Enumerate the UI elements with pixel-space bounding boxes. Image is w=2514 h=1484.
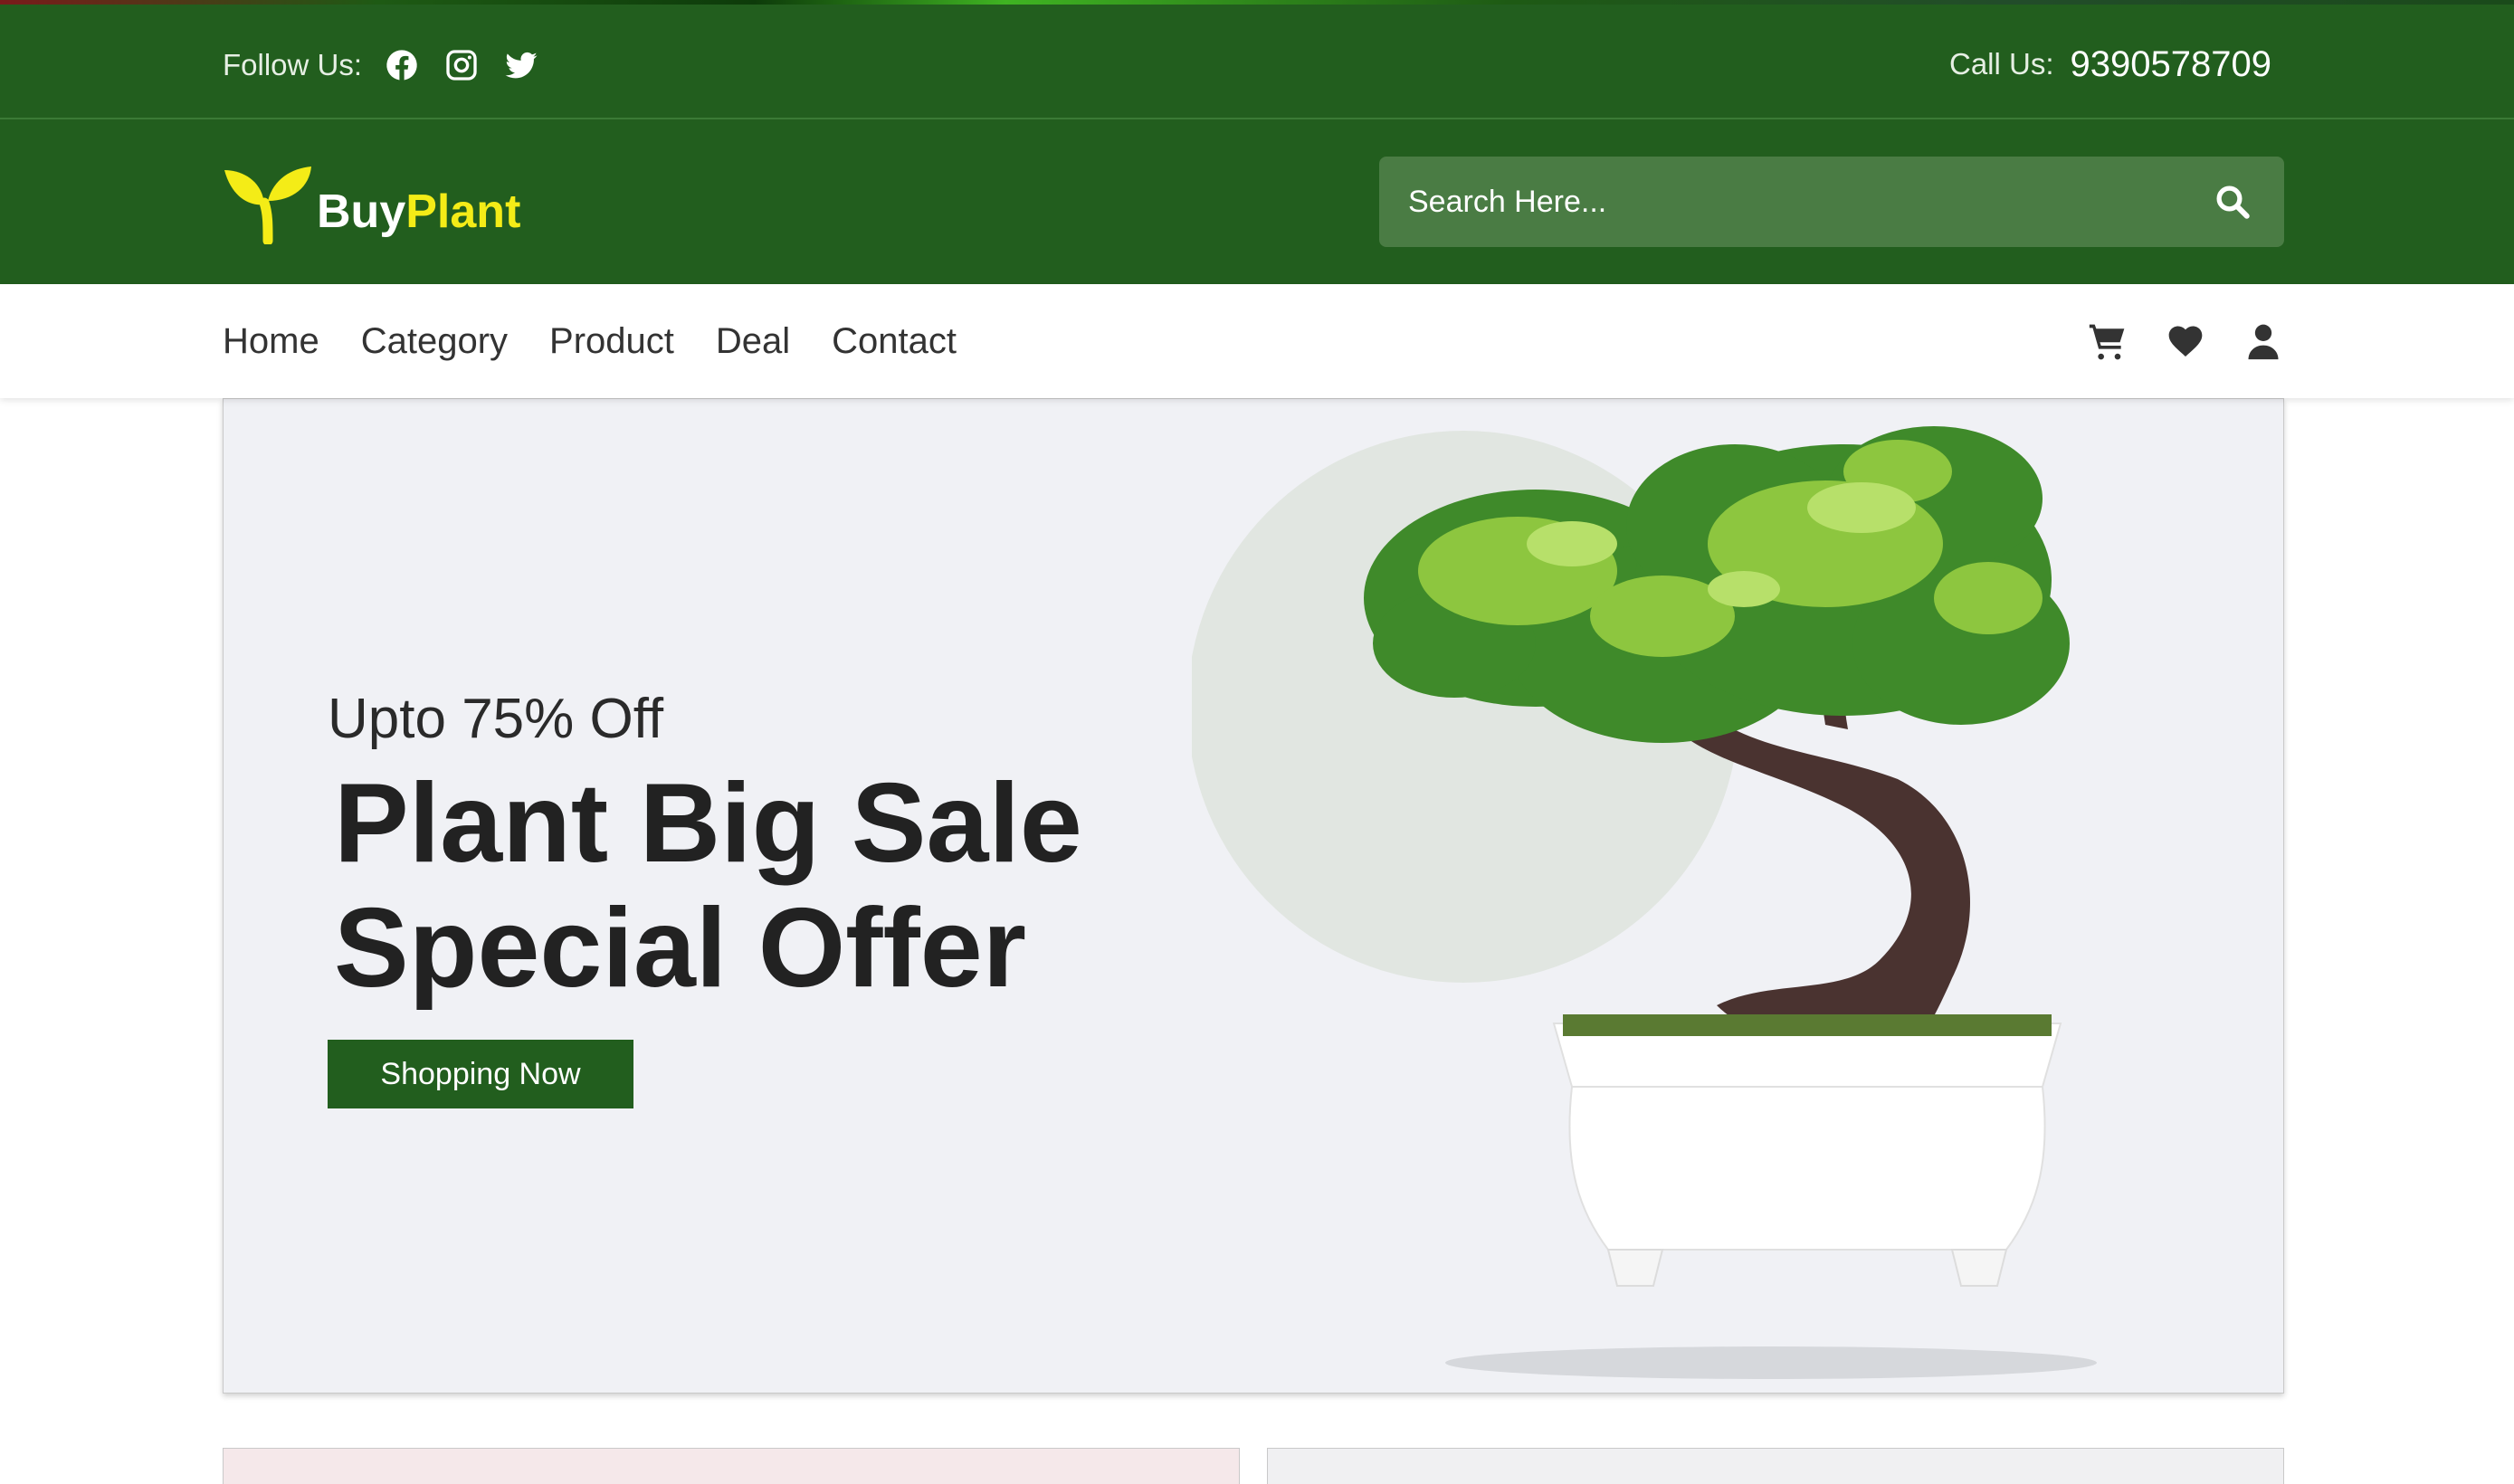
nav-icons (2087, 284, 2284, 398)
sprout-logo-icon (224, 166, 311, 244)
hero-banner: Upto 75% Off Plant Big Sale Special Offe… (223, 398, 2284, 1394)
nav-link-category[interactable]: Category (361, 321, 508, 362)
call-us-label: Call Us: (1949, 47, 2054, 81)
bonsai-plant-image (1192, 426, 2097, 1379)
product-cards-row (223, 1448, 2284, 1484)
hero-title-line-2: Special Offer (334, 886, 1026, 1011)
search-input[interactable] (1408, 184, 2210, 220)
hero-subtitle: Upto 75% Off (328, 688, 664, 750)
search-icon[interactable] (2210, 179, 2255, 224)
nav-link-deal[interactable]: Deal (716, 321, 790, 362)
nav-link-contact[interactable]: Contact (832, 321, 957, 362)
user-icon[interactable] (2243, 320, 2284, 362)
facebook-icon[interactable] (382, 45, 422, 85)
shopping-now-button[interactable]: Shopping Now (328, 1040, 633, 1108)
cart-icon[interactable] (2087, 320, 2128, 362)
twitter-icon[interactable] (501, 45, 541, 85)
call-us-group: Call Us: 9390578709 (1949, 41, 2271, 88)
logo-text-buy: Buy (317, 186, 406, 238)
logo-text: BuyPlant (317, 185, 520, 239)
heart-icon[interactable] (2165, 320, 2206, 362)
nav-bar: Home Category Product Deal Contact (0, 284, 2514, 398)
logo[interactable]: BuyPlant (223, 161, 520, 244)
nav-link-home[interactable]: Home (223, 321, 319, 362)
hero-title: Plant Big Sale Special Offer (334, 761, 1148, 1011)
follow-us-group: Follow Us: (223, 43, 541, 88)
instagram-icon[interactable] (442, 45, 481, 85)
main-header: BuyPlant (0, 119, 2514, 284)
hero-title-line-1: Plant Big Sale (334, 761, 1082, 886)
follow-us-label: Follow Us: (223, 48, 363, 81)
search-bar (1379, 157, 2284, 247)
nav-link-product[interactable]: Product (549, 321, 674, 362)
product-card[interactable] (1267, 1448, 2284, 1484)
logo-text-plant: Plant (405, 186, 521, 238)
product-card[interactable] (223, 1448, 1240, 1484)
phone-number[interactable]: 9390578709 (2071, 44, 2271, 85)
top-bar: Follow Us: Call Us: 9390578709 (0, 5, 2514, 119)
nav-links: Home Category Product Deal Contact (223, 284, 957, 398)
